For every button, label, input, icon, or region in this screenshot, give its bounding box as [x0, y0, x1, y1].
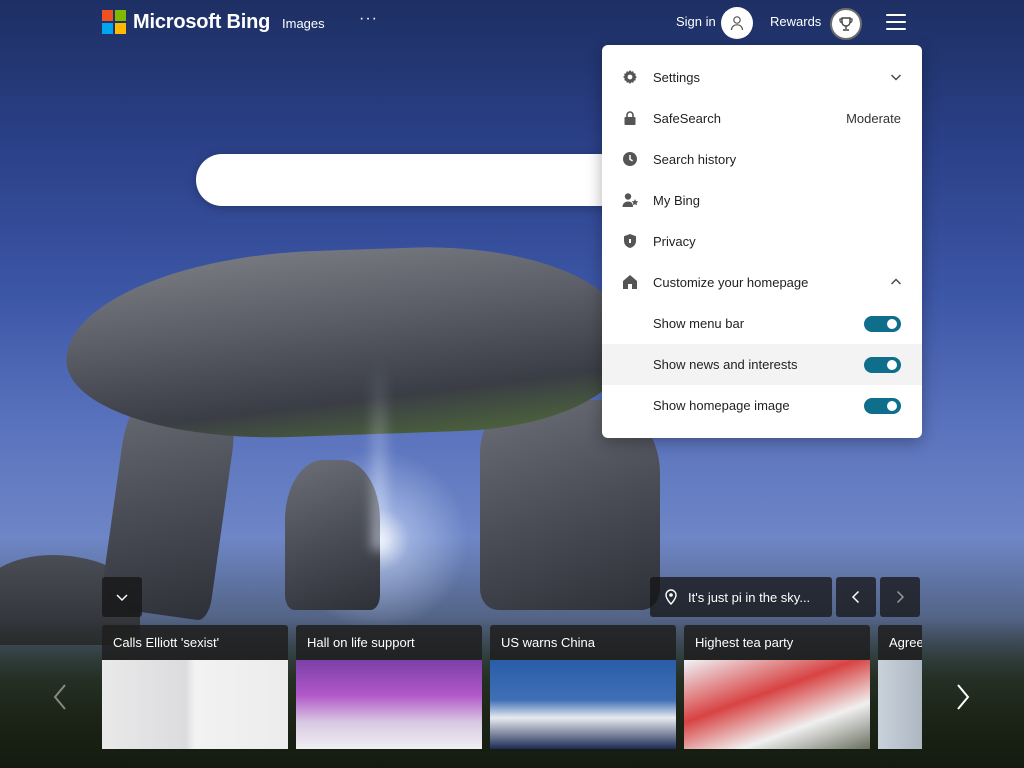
light-ray: [372, 360, 386, 550]
menu-item-label: SafeSearch: [653, 111, 721, 126]
news-card-title: Agree: [878, 625, 922, 660]
menu-item-safesearch[interactable]: SafeSearch Moderate: [602, 98, 922, 139]
news-card-title: Highest tea party: [684, 625, 870, 660]
previous-image-button[interactable]: [836, 577, 876, 617]
chevron-right-icon: [896, 590, 905, 604]
menu-item-settings[interactable]: Settings: [602, 57, 922, 98]
news-card[interactable]: Agree: [878, 625, 922, 749]
news-card[interactable]: US warns China: [490, 625, 676, 749]
clock-icon: [622, 151, 638, 167]
news-carousel: Calls Elliott 'sexist' Hall on life supp…: [102, 625, 922, 749]
location-pin-icon: [665, 589, 677, 605]
news-card-title: Calls Elliott 'sexist': [102, 625, 288, 660]
news-card-title: Hall on life support: [296, 625, 482, 660]
collapse-news-button[interactable]: [102, 577, 142, 617]
option-show-menu-bar: Show menu bar: [602, 303, 922, 344]
home-icon: [622, 274, 638, 290]
menu-item-privacy[interactable]: Privacy: [602, 221, 922, 262]
news-scroll-right-button[interactable]: [953, 682, 973, 712]
news-card-title: US warns China: [490, 625, 676, 660]
option-label: Show homepage image: [653, 398, 790, 413]
chevron-down-icon: [116, 594, 128, 602]
news-card[interactable]: Highest tea party: [684, 625, 870, 749]
menu-item-label: Settings: [653, 70, 700, 85]
safesearch-value: Moderate: [846, 111, 901, 126]
menu-item-label: Search history: [653, 152, 737, 167]
microsoft-logo-icon: [102, 10, 126, 34]
rewards-trophy-icon[interactable]: [830, 8, 862, 40]
hamburger-menu-icon[interactable]: [886, 14, 906, 30]
brand-name: Microsoft Bing: [133, 10, 271, 33]
option-label: Show menu bar: [653, 316, 745, 331]
news-card[interactable]: Calls Elliott 'sexist': [102, 625, 288, 749]
capstone: [62, 240, 630, 445]
settings-menu: Settings SafeSearch Moderate Search hist…: [602, 45, 922, 438]
news-card-image: [878, 660, 922, 749]
menu-item-search-history[interactable]: Search history: [602, 139, 922, 180]
news-card-image: [296, 660, 482, 749]
gear-icon: [622, 69, 638, 85]
news-scroll-left-button[interactable]: [50, 682, 70, 712]
option-show-news: Show news and interests: [602, 344, 922, 385]
show-homepage-image-toggle[interactable]: [864, 398, 901, 414]
news-card-image: [490, 660, 676, 749]
option-label: Show news and interests: [653, 357, 798, 372]
news-card-image: [102, 660, 288, 749]
rewards-link[interactable]: Rewards: [770, 14, 821, 29]
sign-in-link[interactable]: Sign in: [676, 14, 716, 29]
show-news-toggle[interactable]: [864, 357, 901, 373]
next-image-button[interactable]: [880, 577, 920, 617]
nav-images-link[interactable]: Images: [282, 16, 325, 31]
image-caption: It's just pi in the sky...: [688, 589, 811, 605]
news-card[interactable]: Hall on life support: [296, 625, 482, 749]
chevron-up-icon[interactable]: [890, 276, 902, 291]
menu-item-label: Privacy: [653, 234, 696, 249]
menu-item-my-bing[interactable]: My Bing: [602, 180, 922, 221]
shield-icon: [622, 233, 638, 249]
chevron-left-icon: [53, 684, 66, 710]
option-show-homepage-image: Show homepage image: [602, 385, 922, 426]
show-menu-bar-toggle[interactable]: [864, 316, 901, 332]
news-card-image: [684, 660, 870, 749]
chevron-left-icon: [851, 590, 860, 604]
image-info-button[interactable]: It's just pi in the sky...: [650, 577, 832, 617]
menu-item-customize-homepage[interactable]: Customize your homepage: [602, 262, 922, 303]
chevron-right-icon: [957, 684, 970, 710]
lock-icon: [622, 110, 638, 126]
person-star-icon: [622, 192, 639, 208]
stone-leg-middle: [285, 460, 380, 610]
more-icon[interactable]: ···: [359, 10, 378, 28]
menu-item-label: My Bing: [653, 193, 700, 208]
search-input[interactable]: [196, 154, 636, 206]
menu-item-label: Customize your homepage: [653, 275, 809, 290]
user-avatar-icon[interactable]: [721, 7, 753, 39]
header: Microsoft Bing Images ··· Sign in Reward…: [0, 0, 1024, 45]
chevron-down-icon[interactable]: [890, 71, 902, 86]
bing-logo[interactable]: Microsoft Bing: [102, 10, 270, 34]
